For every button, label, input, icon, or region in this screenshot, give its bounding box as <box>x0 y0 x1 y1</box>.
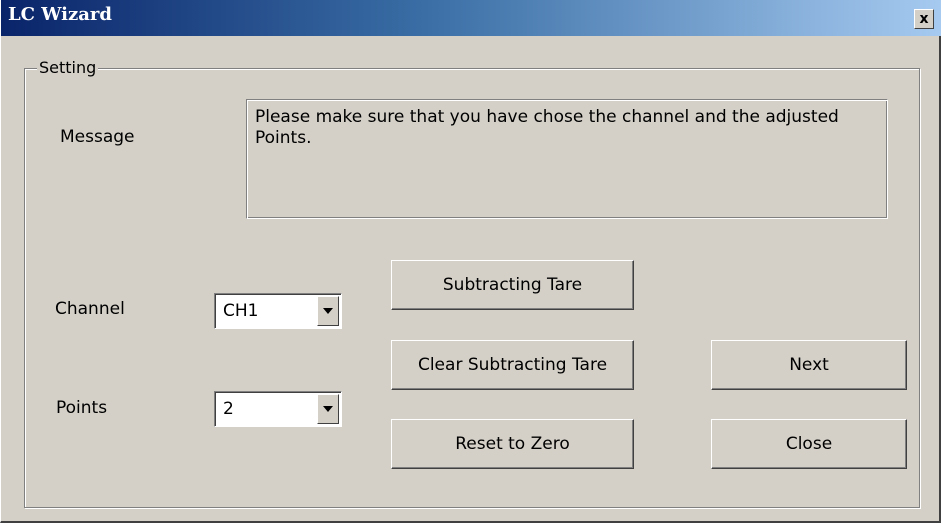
channel-select[interactable]: CH1 <box>214 293 342 329</box>
next-button[interactable]: Next <box>711 340 907 390</box>
close-icon: x <box>919 11 929 27</box>
channel-select-value: CH1 <box>223 301 259 321</box>
message-label: Message <box>60 127 135 147</box>
chevron-down-icon <box>323 406 333 412</box>
clear-subtracting-tare-button[interactable]: Clear Subtracting Tare <box>391 340 634 390</box>
setting-legend: Setting <box>37 58 99 78</box>
points-dropdown-button[interactable] <box>317 394 339 424</box>
channel-label: Channel <box>55 299 125 319</box>
channel-dropdown-button[interactable] <box>317 296 339 326</box>
message-textbox: Please make sure that you have chose the… <box>246 99 888 219</box>
close-window-button[interactable]: x <box>914 9 934 29</box>
chevron-down-icon <box>323 308 333 314</box>
points-label: Points <box>56 398 108 418</box>
reset-to-zero-button[interactable]: Reset to Zero <box>391 419 634 469</box>
subtracting-tare-button[interactable]: Subtracting Tare <box>391 260 634 310</box>
points-select-value: 2 <box>223 399 234 419</box>
lc-wizard-dialog: LC Wizard x Setting Message Please make … <box>0 0 941 523</box>
close-button[interactable]: Close <box>711 419 907 469</box>
window-title: LC Wizard <box>8 4 112 25</box>
title-bar[interactable]: LC Wizard x <box>1 0 941 36</box>
points-select[interactable]: 2 <box>214 391 342 427</box>
